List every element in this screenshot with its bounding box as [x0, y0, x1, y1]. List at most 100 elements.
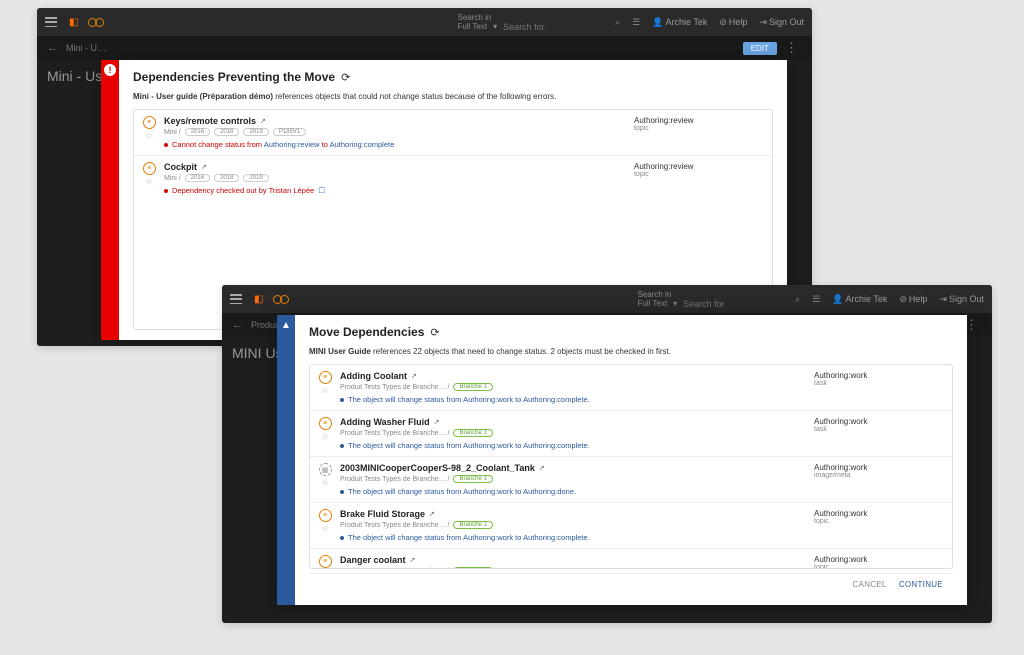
external-link-icon[interactable]: ↗	[411, 372, 417, 380]
filter-icon[interactable]: ☰	[812, 294, 820, 305]
bookmark-icon[interactable]: ◧	[69, 17, 78, 28]
modal-subtitle: MINI User Guide references 22 objects th…	[309, 347, 953, 356]
item-name: Cockpit	[164, 162, 197, 172]
status-label: Authoring:review	[634, 116, 764, 125]
item-status-change: The object will change status from Autho…	[340, 441, 806, 450]
back-icon[interactable]: ←	[47, 42, 58, 54]
logo-icon	[275, 295, 289, 304]
external-link-icon[interactable]: ↗	[410, 556, 416, 564]
item-status-change: The object will change status from Autho…	[340, 395, 806, 404]
search-input[interactable]	[503, 22, 603, 32]
item-status-change: The object will change status from Autho…	[340, 533, 806, 542]
item-name: Brake Fluid Storage	[340, 509, 425, 519]
error-icon: !	[104, 64, 116, 76]
status-label: Authoring:work	[814, 463, 944, 472]
topic-icon: ≡	[319, 371, 332, 384]
search-icon[interactable]: ⌕	[795, 294, 800, 305]
item-meta: Produit Tests Types de Branche… /Branche…	[340, 429, 806, 437]
item-meta: Produit Tests Types de Branche… /Branche…	[340, 567, 806, 569]
menu-icon[interactable]	[45, 17, 57, 27]
item-name: Danger coolant	[340, 555, 406, 565]
help-link[interactable]: ⊘ Help	[899, 294, 927, 305]
list-item[interactable]: ≡☆Adding Washer Fluid↗Produit Tests Type…	[310, 411, 952, 457]
background-window-b: ◧ Search in Full Text ▾ ⌕ ☰ 👤 Archie Tek…	[222, 285, 992, 623]
topic-icon: ≡	[319, 417, 332, 430]
kebab-icon[interactable]: ⋮	[781, 40, 802, 56]
status-label: Authoring:review	[634, 162, 764, 171]
list-item[interactable]: ≡ ☆ Brake Fluid Storage ↗ Produit Tests Type…	[310, 503, 952, 549]
list-item[interactable]: ▦☆2003MINICooperCooperS-98_2_Coolant_Tan…	[310, 457, 952, 503]
topic-icon: ≡	[143, 116, 156, 129]
list-item[interactable]: ≡☆Keys/remote controls↗Mini /20162018201…	[134, 110, 772, 156]
status-label: Authoring:work	[814, 417, 944, 426]
move-dependencies-modal: ▲ Move Dependencies ⟳ MINI User Guide re…	[277, 315, 967, 605]
list-item[interactable]: ≡ ☆ Cockpit ↗ Mini /201620182019 Dependency c…	[134, 156, 772, 201]
search-box[interactable]: Search in Full Text ▾	[638, 290, 784, 309]
external-link-icon[interactable]: ↗	[539, 464, 545, 472]
status-label: Authoring:work	[814, 371, 944, 380]
item-meta: Mini /201620182019P185V1	[164, 128, 626, 136]
external-link-icon[interactable]: ↗	[429, 510, 435, 518]
move-items-list: ≡☆Adding Coolant↗Produit Tests Types de …	[309, 364, 953, 569]
titlebar-a: ◧ Search in Full Text ▾ ⌕ ☰ 👤 Archie Tek…	[37, 8, 812, 36]
status-label: Authoring:work	[814, 555, 944, 564]
search-in-label: Search in	[638, 290, 784, 299]
breadcrumb[interactable]: Mini - U…	[66, 43, 106, 53]
external-link-icon[interactable]: ↗	[201, 163, 207, 171]
search-icon[interactable]: ⌕	[615, 17, 620, 28]
star-icon[interactable]: ☆	[145, 131, 152, 140]
topic-icon: ≡	[319, 509, 332, 522]
item-meta: Produit Tests Types de Branche… /Branche…	[340, 521, 806, 529]
topic-icon: ≡	[319, 555, 332, 568]
modal-title: Move Dependencies	[309, 325, 424, 339]
help-link[interactable]: ⊘ Help	[719, 17, 747, 28]
checkout-icon: ☐	[318, 186, 325, 195]
signout-link[interactable]: ⇥ Sign Out	[759, 17, 804, 28]
type-label: topic	[634, 171, 764, 178]
item-meta: Mini /201620182019	[164, 174, 626, 182]
search-mode[interactable]: Full Text	[458, 22, 488, 31]
warning-icon: ▲	[280, 319, 292, 331]
item-status-change: The object will change status from Autho…	[340, 487, 806, 496]
star-icon[interactable]: ☆	[145, 177, 152, 186]
item-meta: Produit Tests Types de Branche… /Branche…	[340, 383, 806, 391]
star-icon[interactable]: ☆	[321, 478, 328, 487]
topic-icon: ≡	[143, 162, 156, 175]
search-mode[interactable]: Full Text	[638, 299, 668, 308]
back-icon[interactable]: ←	[232, 319, 243, 331]
type-label: task	[814, 426, 944, 433]
modal-footer: CANCEL CONTINUE	[309, 573, 953, 595]
type-label: task	[814, 380, 944, 387]
star-icon[interactable]: ☆	[321, 432, 328, 441]
chevron-down-icon[interactable]: ▾	[673, 299, 677, 308]
item-error: Cannot change status from Authoring:revi…	[164, 140, 626, 149]
star-icon[interactable]: ☆	[321, 386, 328, 395]
modal-info-stripe: ▲	[277, 315, 295, 605]
bookmark-icon[interactable]: ◧	[254, 294, 263, 305]
refresh-icon[interactable]: ⟳	[341, 71, 350, 84]
cancel-button[interactable]: CANCEL	[853, 580, 887, 589]
item-error: Dependency checked out by Tristan Lépée …	[164, 186, 626, 195]
titlebar-b: ◧ Search in Full Text ▾ ⌕ ☰ 👤 Archie Tek…	[222, 285, 992, 313]
signout-link[interactable]: ⇥ Sign Out	[939, 294, 984, 305]
external-link-icon[interactable]: ↗	[434, 418, 440, 426]
item-meta: Produit Tests Types de Branche… /Branche…	[340, 475, 806, 483]
chevron-down-icon[interactable]: ▾	[493, 22, 497, 31]
modal-error-stripe: !	[101, 60, 119, 340]
external-link-icon[interactable]: ↗	[260, 117, 266, 125]
menu-icon[interactable]	[230, 294, 242, 304]
refresh-icon[interactable]: ⟳	[430, 326, 439, 339]
search-input[interactable]	[683, 299, 783, 309]
item-name: 2003MINICooperCooperS-98_2_Coolant_Tank	[340, 463, 535, 473]
type-label: topic	[814, 518, 944, 525]
continue-button[interactable]: CONTINUE	[899, 580, 943, 589]
edit-button[interactable]: EDIT	[743, 42, 777, 55]
list-item[interactable]: ≡☆Adding Coolant↗Produit Tests Types de …	[310, 365, 952, 411]
breadcrumb-bar-a: ← Mini - U… EDIT ⋮	[37, 36, 812, 60]
user-menu[interactable]: 👤 Archie Tek	[652, 17, 707, 28]
user-menu[interactable]: 👤 Archie Tek	[832, 294, 887, 305]
filter-icon[interactable]: ☰	[632, 17, 640, 28]
list-item[interactable]: ≡☆Danger coolant↗Produit Tests Types de …	[310, 549, 952, 569]
star-icon[interactable]: ☆	[321, 524, 328, 533]
search-box[interactable]: Search in Full Text ▾	[458, 13, 604, 32]
